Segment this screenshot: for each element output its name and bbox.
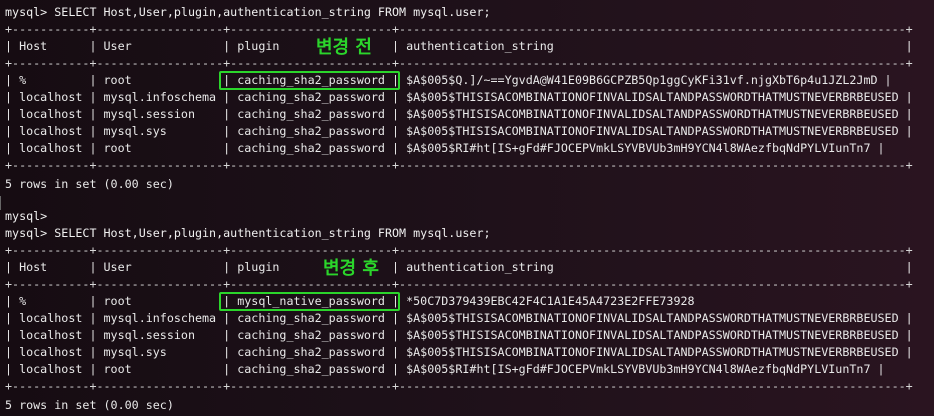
plugin-highlight-after (219, 292, 400, 311)
table-row: | localhost | root | caching_sha2_passwo… (5, 141, 885, 155)
table-border-top-2: +-----------+------------------+--------… (5, 243, 913, 257)
annotation-after: 변경 후 (323, 258, 379, 279)
table-border-mid-2: +-----------+------------------+--------… (5, 277, 913, 291)
result-summary-2: 5 rows in set (0.00 sec) (5, 398, 174, 412)
plugin-highlight-before (219, 71, 400, 90)
query-line-2: mysql> SELECT Host,User,plugin,authentic… (5, 226, 491, 240)
table-border-mid-1: +-----------+------------------+--------… (5, 56, 913, 70)
table-row: | % | root | caching_sha2_password | $A$… (5, 73, 892, 87)
table-row: | localhost | mysql.session | caching_sh… (5, 107, 913, 121)
annotation-before: 변경 전 (316, 37, 372, 58)
table-row: | localhost | mysql.infoschema | caching… (5, 90, 913, 104)
table-row: | localhost | mysql.infoschema | caching… (5, 311, 913, 325)
table-row: | localhost | mysql.session | caching_sh… (5, 328, 913, 342)
table-border-bottom-1: +-----------+------------------+--------… (5, 158, 913, 172)
table-border-bottom-2: +-----------+------------------+--------… (5, 379, 913, 393)
table-border-top-1: +-----------+------------------+--------… (5, 22, 913, 36)
table-row: | localhost | root | caching_sha2_passwo… (5, 362, 885, 376)
terminal-window[interactable]: mysql> SELECT Host,User,plugin,authentic… (0, 0, 934, 416)
table-row: | localhost | mysql.sys | caching_sha2_p… (5, 345, 913, 359)
table-header-1: | Host | User | plugin | authentication_… (5, 39, 913, 53)
query-line-1: mysql> SELECT Host,User,plugin,authentic… (5, 5, 491, 19)
blank-prompt-line: mysql> (5, 209, 48, 223)
table-header-2: | Host | User | plugin | authentication_… (5, 260, 913, 274)
result-summary-1: 5 rows in set (0.00 sec) (5, 177, 174, 191)
table-row: | localhost | mysql.sys | caching_sha2_p… (5, 124, 913, 138)
